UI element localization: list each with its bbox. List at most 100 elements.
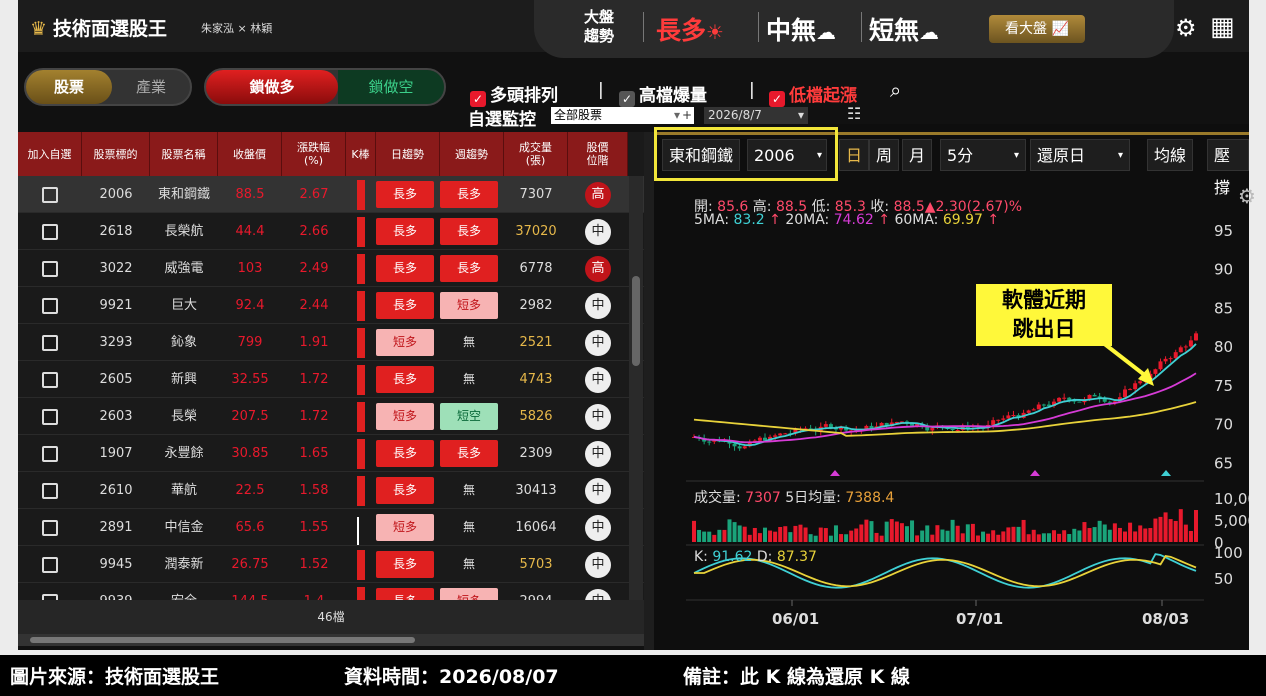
stock-name[interactable]: 華航 <box>150 472 218 509</box>
filter-high-volume[interactable]: ✓ 高檔爆量 <box>619 81 707 107</box>
stock-code[interactable]: 3022 <box>82 250 150 287</box>
scrollbar-thumb[interactable] <box>30 637 415 643</box>
tab-stock[interactable]: 股票 <box>26 70 112 104</box>
checkbox[interactable] <box>42 482 58 499</box>
table-row[interactable]: 3022 威強電 103 2.49 長多 長多 6778 高 <box>18 250 644 287</box>
filter-low-rise[interactable]: ✓ 低檔起漲 <box>769 81 857 107</box>
stock-code[interactable]: 2605 <box>82 361 150 398</box>
table-row[interactable]: 2603 長榮 207.5 1.72 短多 短空 5826 中 <box>18 398 644 435</box>
candlestick-chart[interactable]: 9590858075706510,0005,00001005006/0107/0… <box>654 124 1249 650</box>
stock-name[interactable]: 威強電 <box>150 250 218 287</box>
table-row[interactable]: 2610 華航 22.5 1.58 長多 無 30413 中 <box>18 472 644 509</box>
checkbox[interactable] <box>42 408 58 425</box>
stock-name[interactable]: 東和鋼鐵 <box>150 176 218 213</box>
add-watch-checkbox[interactable] <box>18 361 82 398</box>
stock-name[interactable]: 鈊象 <box>150 324 218 361</box>
stock-name[interactable]: 長榮航 <box>150 213 218 250</box>
checkbox-checked[interactable]: ✓ <box>619 91 635 107</box>
volume-bar <box>920 530 925 542</box>
column-header[interactable]: K棒 <box>346 132 376 176</box>
stock-code[interactable]: 9921 <box>82 287 150 324</box>
add-watch-checkbox[interactable] <box>18 213 82 250</box>
tab-industry[interactable]: 產業 <box>112 70 190 104</box>
add-watch-checkbox[interactable] <box>18 583 82 600</box>
footer-note: 備註：此 K 線為還原 K 線 <box>683 666 910 688</box>
table-row[interactable]: 9939宏全144.51.4 長多短多 2994 中 <box>18 583 644 600</box>
checkbox[interactable] <box>42 371 58 388</box>
stock-name[interactable]: 宏全 <box>150 583 218 600</box>
table-row[interactable]: 1907 永豐餘 30.85 1.65 長多 長多 2309 中 <box>18 435 644 472</box>
column-header[interactable]: 股票名稱 <box>150 132 218 176</box>
checkbox[interactable] <box>42 223 58 240</box>
lock-long-button[interactable]: 鎖做多 <box>206 70 338 104</box>
stock-code[interactable]: 2610 <box>82 472 150 509</box>
stock-name[interactable]: 永豐餘 <box>150 435 218 472</box>
table-row[interactable]: 3293 鈊象 799 1.91 短多 無 2521 中 <box>18 324 644 361</box>
add-watch-checkbox[interactable] <box>18 324 82 361</box>
column-header[interactable]: 股價 位階 <box>568 132 628 176</box>
column-header[interactable]: 日趨勢 <box>376 132 440 176</box>
volume-bar <box>712 534 717 542</box>
column-header[interactable]: 收盤價 <box>218 132 282 176</box>
checkbox-checked[interactable]: ✓ <box>769 91 785 107</box>
volume: 2994 <box>504 583 568 600</box>
column-header[interactable]: 股票標的 <box>82 132 150 176</box>
scrollbar-thumb[interactable] <box>632 276 640 366</box>
stock-code[interactable]: 9945 <box>82 546 150 583</box>
stock-code[interactable]: 2891 <box>82 509 150 546</box>
add-watch-checkbox[interactable] <box>18 398 82 435</box>
stock-name[interactable]: 新興 <box>150 361 218 398</box>
add-watch-checkbox[interactable] <box>18 546 82 583</box>
add-icon[interactable]: + <box>682 107 692 124</box>
checkbox[interactable] <box>42 186 58 203</box>
column-header[interactable]: 加入自選 <box>18 132 82 176</box>
add-watch-checkbox[interactable] <box>18 176 82 213</box>
add-watch-checkbox[interactable] <box>18 250 82 287</box>
grid-menu-icon[interactable]: ▦ <box>1210 12 1235 42</box>
volume: 6778 <box>519 261 553 276</box>
stock-name[interactable]: 巨大 <box>150 287 218 324</box>
table-row[interactable]: 2618 長榮航 44.4 2.66 長多 長多 37020 中 <box>18 213 644 250</box>
filter-bull[interactable]: ✓ 多頭排列 <box>470 81 558 107</box>
column-header[interactable]: 週趨勢 <box>440 132 504 176</box>
add-watch-checkbox[interactable] <box>18 472 82 509</box>
table-row[interactable]: 9945 潤泰新 26.75 1.52 長多 無 5703 中 <box>18 546 644 583</box>
settings-icon[interactable]: ⚙ <box>1175 14 1197 42</box>
stock-name[interactable]: 潤泰新 <box>150 546 218 583</box>
column-header[interactable]: 成交量 (張) <box>504 132 568 176</box>
add-watch-checkbox[interactable] <box>18 509 82 546</box>
stock-name[interactable]: 中信金 <box>150 509 218 546</box>
table-settings-icon[interactable]: ☷ <box>847 104 861 123</box>
stock-code[interactable]: 2618 <box>82 213 150 250</box>
checkbox[interactable] <box>42 445 58 462</box>
marker-triangle <box>830 470 840 476</box>
stock-code[interactable]: 2603 <box>82 398 150 435</box>
table-row[interactable]: 2605 新興 32.55 1.72 長多 無 4743 中 <box>18 361 644 398</box>
k-bar <box>346 398 376 435</box>
vertical-scrollbar[interactable] <box>629 176 643 600</box>
add-watch-checkbox[interactable] <box>18 287 82 324</box>
view-market-button[interactable]: 看大盤 📈 <box>989 15 1085 43</box>
table-row[interactable]: 9921 巨大 92.4 2.44 長多 短多 2982 中 <box>18 287 644 324</box>
checkbox[interactable] <box>42 556 58 573</box>
checkbox[interactable] <box>42 519 58 536</box>
checkbox[interactable] <box>42 260 58 277</box>
search-icon[interactable]: ⌕ <box>890 78 901 102</box>
add-watch-checkbox[interactable] <box>18 435 82 472</box>
date-select[interactable]: 2026/8/7 ▾ <box>704 107 808 124</box>
stock-code[interactable]: 9939 <box>82 583 150 600</box>
panel-splitter[interactable] <box>644 132 654 650</box>
stock-code[interactable]: 3293 <box>82 324 150 361</box>
checkbox[interactable] <box>42 297 58 314</box>
stock-code[interactable]: 1907 <box>82 435 150 472</box>
table-row[interactable]: 2006 東和鋼鐵 88.5 2.67 長多 長多 7307 高 <box>18 176 644 213</box>
app-logo[interactable]: ♛ 技術面選股王 <box>30 14 167 41</box>
stock-code[interactable]: 2006 <box>82 176 150 213</box>
stock-name[interactable]: 長榮 <box>150 398 218 435</box>
lock-short-button[interactable]: 鎖做空 <box>338 70 444 104</box>
column-header[interactable]: 漲跌幅 (%) <box>282 132 346 176</box>
table-row[interactable]: 2891 中信金 65.6 1.55 短多 無 16064 中 <box>18 509 644 546</box>
horizontal-scrollbar[interactable] <box>18 634 644 646</box>
checkbox[interactable] <box>42 334 58 351</box>
watchlist-select[interactable]: 全部股票 ▾ + <box>551 107 694 124</box>
